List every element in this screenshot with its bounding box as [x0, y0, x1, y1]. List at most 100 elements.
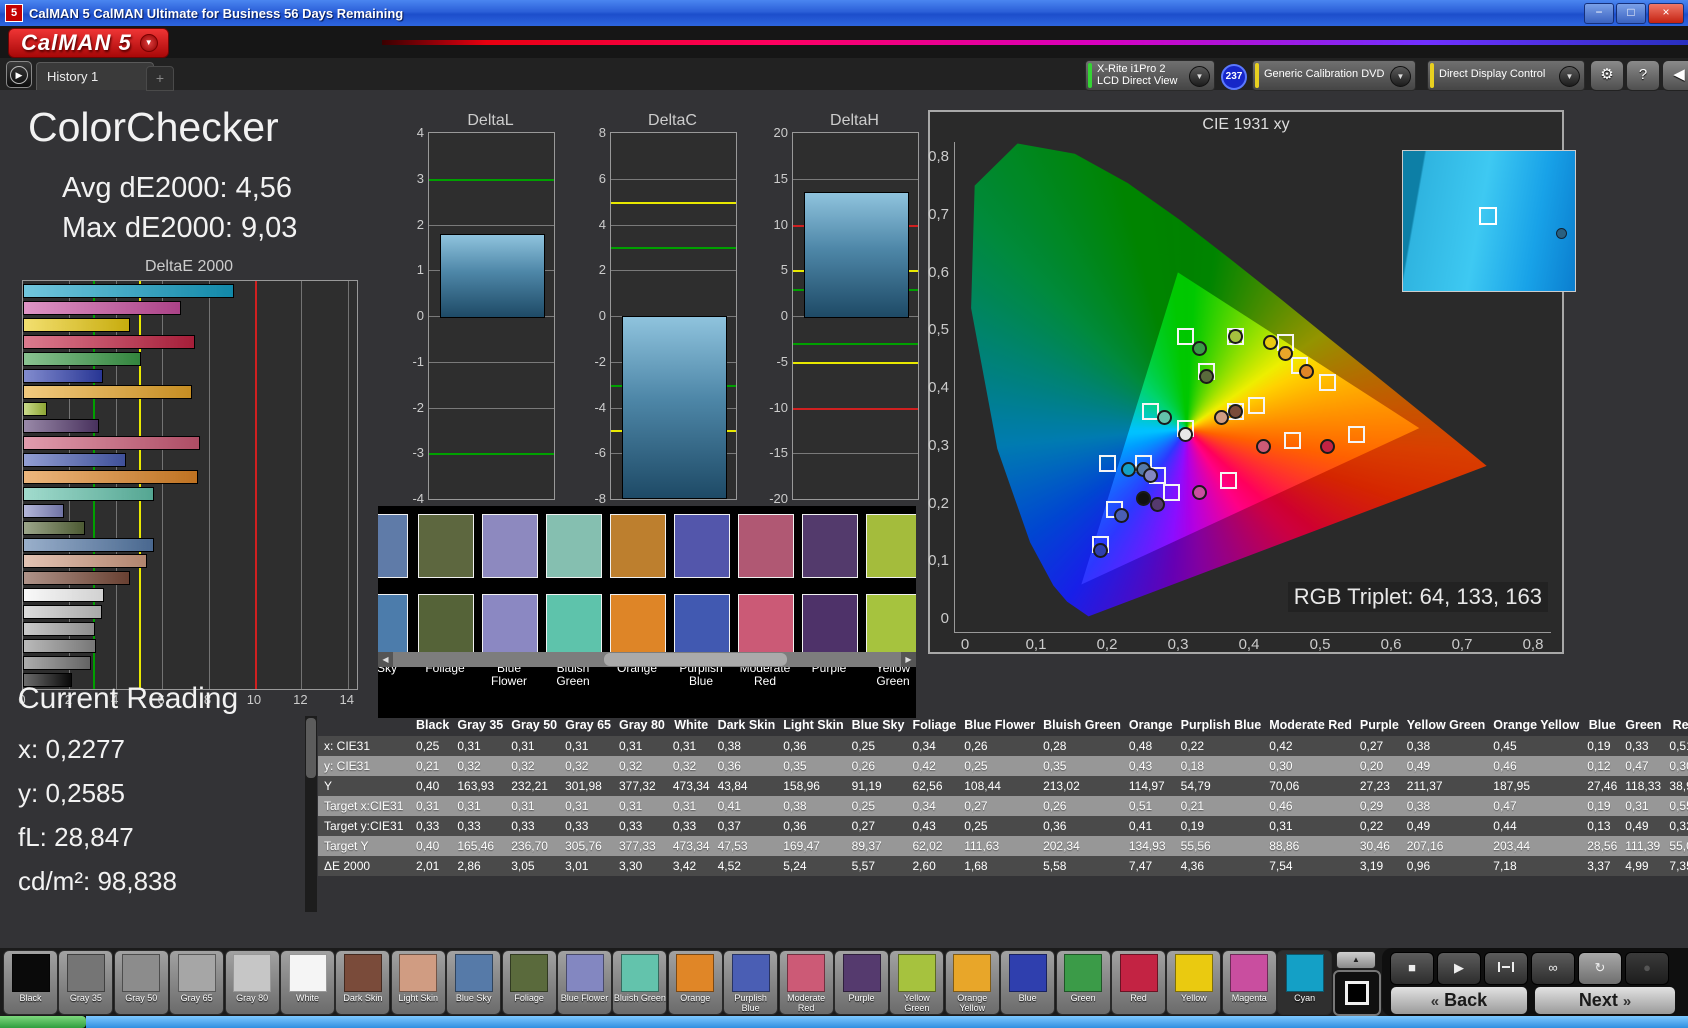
meter-badge[interactable]: 237 — [1221, 64, 1247, 90]
settings-button[interactable]: ⚙ — [1590, 60, 1624, 91]
table-scrollbar[interactable] — [305, 716, 317, 912]
cie-chart: CIE 1931 xy 0,8 0,7 0,6 0,5 0,4 0,3 0,2 0,1 0 0 0,… — [928, 110, 1576, 654]
patch-button-green[interactable]: Green — [1055, 950, 1111, 1015]
source-dropdown[interactable]: Generic Calibration DVD ▼ — [1252, 60, 1416, 91]
measured-swatch — [418, 514, 474, 578]
patch-button-bluish-green[interactable]: Bluish Green — [612, 950, 668, 1015]
patch-color — [787, 954, 826, 992]
scrollbar-thumb[interactable] — [306, 718, 316, 778]
gridline — [208, 281, 210, 689]
patch-button-yellow[interactable]: Yellow — [1166, 950, 1222, 1015]
table-cell: 0,31 — [561, 796, 615, 816]
patch-button-gray-80[interactable]: Gray 80 — [224, 950, 280, 1015]
patch-button-gray-35[interactable]: Gray 35 — [58, 950, 114, 1015]
patch-button-purple[interactable]: Purple — [834, 950, 889, 1015]
table-cell: 5,58 — [1039, 856, 1125, 876]
step-button[interactable] — [1484, 952, 1528, 985]
patch-button-blue-flower[interactable]: Blue Flower — [557, 950, 612, 1015]
gridline — [611, 224, 736, 226]
patch-button-dark-skin[interactable]: Dark Skin — [335, 950, 391, 1015]
column-header: Dark Skin — [717, 718, 776, 732]
measured-marker — [1156, 409, 1172, 425]
reading-cdm2: cd/m²: 98,838 — [18, 866, 177, 896]
tick-label: -3 — [412, 445, 424, 461]
meter-dropdown[interactable]: X-Rite i1Pro 2 LCD Direct View ▼ — [1085, 60, 1215, 91]
table-cell: 0,18 — [1176, 756, 1266, 776]
display-control-dropdown[interactable]: Direct Display Control ▼ — [1427, 60, 1585, 91]
scroll-left-icon[interactable]: ◀ — [378, 652, 393, 667]
bar — [23, 469, 199, 484]
table-cell: 4,52 — [713, 856, 780, 876]
stop-button[interactable]: ■ — [1390, 952, 1434, 985]
patch-button-red[interactable]: Red — [1111, 950, 1166, 1015]
patch-button-orange[interactable]: Orange — [667, 950, 723, 1015]
chevron-down-icon: ▼ — [139, 34, 158, 52]
patch-button-purplish-blue[interactable]: Purplish Blue — [723, 950, 779, 1015]
patch-button-moderate-red[interactable]: Moderate Red — [778, 950, 834, 1015]
column-header: Orange Yellow — [1493, 718, 1580, 732]
patch-button-light-skin[interactable]: Light Skin — [390, 950, 446, 1015]
calman-logo-menu[interactable]: CalMAN 5 ▼ — [8, 28, 169, 58]
table-cell: 0,49 — [1402, 816, 1490, 836]
pattern-window-button[interactable] — [1333, 970, 1381, 1016]
patch-button-magenta[interactable]: Magenta — [1221, 950, 1277, 1015]
column-header: Purplish Blue — [1180, 718, 1262, 732]
patch-button-yellow-green[interactable]: Yellow Green — [889, 950, 945, 1015]
record-button[interactable]: ● — [1625, 952, 1669, 985]
tick-label: -15 — [769, 445, 788, 461]
patch-button-orange-yellow[interactable]: Orange Yellow — [944, 950, 1000, 1015]
table-cell: 0,13 — [1583, 816, 1622, 836]
collapse-panel-button[interactable]: ◀ — [1662, 60, 1688, 91]
next-button[interactable]: Next » — [1534, 986, 1676, 1015]
patch-button-blue[interactable]: Blue — [1000, 950, 1056, 1015]
patch-button-white[interactable]: White — [280, 950, 335, 1015]
display-control-label: Direct Display Control — [1439, 68, 1546, 80]
minimize-button[interactable]: − — [1584, 3, 1614, 24]
table-cell: 0,25 — [847, 796, 909, 816]
close-button[interactable]: × — [1648, 3, 1684, 24]
help-button[interactable]: ? — [1626, 60, 1660, 91]
target-swatch — [738, 594, 794, 658]
patch-button-blue-sky[interactable]: Blue Sky — [446, 950, 502, 1015]
taskbar-strip — [0, 1016, 1688, 1028]
tick-label: 2 — [416, 216, 424, 232]
back-button[interactable]: « Back — [1390, 986, 1528, 1015]
refresh-button[interactable]: ↻ — [1578, 952, 1622, 985]
scrollbar-thumb[interactable] — [603, 653, 787, 666]
table-cell: 0,45 — [1489, 736, 1584, 756]
cie-chart-title: CIE 1931 xy — [1202, 116, 1290, 133]
tick-label: -2 — [412, 399, 424, 415]
layout-menu-button[interactable]: ▶ — [6, 61, 32, 88]
table-cell: 169,47 — [779, 836, 848, 856]
tab-history-1[interactable]: History 1 — [36, 62, 154, 90]
taskbar-start-segment[interactable] — [0, 1016, 86, 1028]
patch-label: Yellow Green — [904, 993, 930, 1013]
tick-label: 0,3 — [1167, 636, 1189, 653]
patch-label: Light Skin — [398, 993, 439, 1003]
table-cell: 203,44 — [1489, 836, 1584, 856]
add-tab-button[interactable]: + — [146, 66, 174, 91]
strip-scrollbar[interactable]: ◀ ▶ — [378, 652, 916, 667]
patch-button-foliage[interactable]: Foliage — [501, 950, 557, 1015]
table-cell: 3,01 — [561, 856, 615, 876]
patch-button-gray-50[interactable]: Gray 50 — [113, 950, 169, 1015]
table-cell: 1,68 — [960, 856, 1040, 876]
titlebar[interactable]: 5 CalMAN 5 CalMAN Ultimate for Business … — [0, 0, 1688, 27]
pattern-up-button[interactable]: ▲ — [1336, 951, 1376, 969]
patch-button-cyan[interactable]: Cyan — [1277, 950, 1333, 1015]
scroll-right-icon[interactable]: ▶ — [901, 652, 916, 667]
gear-icon: ⚙ — [1600, 66, 1614, 83]
loop-button[interactable]: ∞ — [1531, 952, 1575, 985]
row-label: ΔE 2000 — [318, 856, 412, 876]
patch-button-gray-65[interactable]: Gray 65 — [169, 950, 225, 1015]
taskbar-window-segment[interactable] — [86, 1016, 1688, 1028]
play-button[interactable]: ▶ — [1437, 952, 1481, 985]
patch-color — [620, 954, 659, 992]
column-header: Blue Sky — [851, 718, 905, 732]
table-cell: 0,36 — [713, 756, 780, 776]
table-cell: 2,01 — [412, 856, 454, 876]
table-cell: 165,46 — [453, 836, 508, 856]
bar — [23, 622, 95, 636]
patch-button-black[interactable]: Black — [3, 950, 58, 1015]
maximize-button[interactable]: □ — [1616, 3, 1646, 24]
